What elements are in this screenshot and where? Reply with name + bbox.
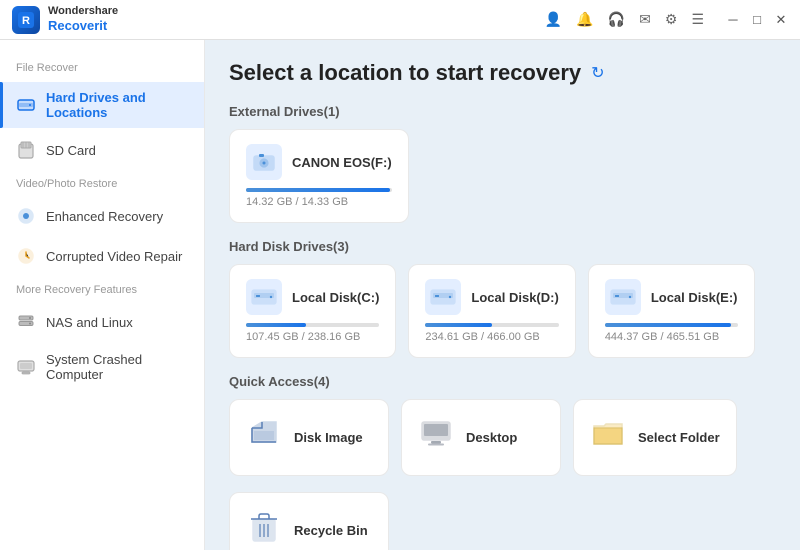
svg-text:R: R [22,15,30,27]
sd-card-label: SD Card [46,143,96,158]
drive-c-inner: Local Disk(C:) [246,279,379,315]
qa-card-recycle-bin[interactable]: Recycle Bin [229,492,389,550]
drive-card-canon[interactable]: CANON EOS(F:) 14.32 GB / 14.33 GB [229,129,409,223]
system-crashed-label: System Crashed Computer [46,352,188,382]
drive-e-progress-bg [605,323,738,327]
qa-card-disk-image[interactable]: Disk Image [229,399,389,476]
title-bar-icons: 👤 🔔 🎧 ✉ ⚙ ☰ ─ □ ✕ [545,11,788,28]
drive-e-inner: Local Disk(E:) [605,279,738,315]
drive-card-d[interactable]: Local Disk(D:) 234.61 GB / 466.00 GB [408,264,575,358]
qa-card-select-folder[interactable]: Select Folder [573,399,737,476]
page-title: Select a location to start recovery [229,60,581,86]
drive-d-inner: Local Disk(D:) [425,279,558,315]
drive-d-size: 234.61 GB / 466.00 GB [425,331,539,343]
sidebar-item-enhanced-recovery[interactable]: Enhanced Recovery [0,198,204,234]
system-crashed-icon [16,357,36,377]
content-header: Select a location to start recovery ↻ [229,60,776,86]
minimize-button[interactable]: ─ [726,13,740,27]
drive-card-c[interactable]: Local Disk(C:) 107.45 GB / 238.16 GB [229,264,396,358]
disk-image-label: Disk Image [294,430,363,445]
sidebar-section-video-photo: Video/Photo Restore [0,172,204,194]
recycle-bin-label: Recycle Bin [294,523,368,538]
sidebar: File Recover Hard Drives and Locations [0,40,205,550]
sidebar-item-corrupted-video[interactable]: Corrupted Video Repair [0,238,204,274]
quick-access-grid-2: Recycle Bin [229,492,776,550]
drive-card-inner: CANON EOS(F:) [246,144,392,180]
canon-drive-size: 14.32 GB / 14.33 GB [246,196,348,208]
enhanced-recovery-icon [16,206,36,226]
maximize-button[interactable]: □ [750,13,764,27]
drive-e-progress-fill [605,323,731,327]
select-folder-icon [590,420,626,455]
quick-access-header: Quick Access(4) [229,374,776,389]
external-drives-grid: CANON EOS(F:) 14.32 GB / 14.33 GB [229,129,776,223]
sidebar-section-more-features: More Recovery Features [0,278,204,300]
drive-e-size: 444.37 GB / 465.51 GB [605,331,719,343]
sidebar-item-nas-linux[interactable]: NAS and Linux [0,304,204,340]
camera-drive-icon [246,144,282,180]
close-button[interactable]: ✕ [774,13,788,27]
select-folder-label: Select Folder [638,430,720,445]
quick-access-grid: Disk Image Desktop [229,399,776,476]
notification-icon[interactable]: 🔔 [576,11,593,28]
drive-c-name: Local Disk(C:) [292,290,379,305]
drive-c-icon [246,279,282,315]
sidebar-item-system-crashed[interactable]: System Crashed Computer [0,344,204,390]
drive-c-size: 107.45 GB / 238.16 GB [246,331,360,343]
desktop-icon [418,418,454,457]
corrupted-video-icon [16,246,36,266]
drive-e-name: Local Disk(E:) [651,290,738,305]
sidebar-section-file-recover: File Recover [0,56,204,78]
content-area: Select a location to start recovery ↻ Ex… [205,40,800,550]
corrupted-video-label: Corrupted Video Repair [46,249,182,264]
refresh-icon[interactable]: ↻ [591,63,604,83]
app-body: File Recover Hard Drives and Locations [0,40,800,550]
canon-progress-bg [246,188,392,192]
recycle-bin-icon [246,511,282,550]
drive-d-progress-fill [425,323,492,327]
user-icon[interactable]: 👤 [545,11,562,28]
drive-card-e[interactable]: Local Disk(E:) 444.37 GB / 465.51 GB [588,264,755,358]
nas-linux-icon [16,312,36,332]
sidebar-item-sd-card[interactable]: SD Card [0,132,204,168]
hard-disk-drives-header: Hard Disk Drives(3) [229,239,776,254]
disk-image-icon [246,418,282,457]
enhanced-recovery-label: Enhanced Recovery [46,209,163,224]
desktop-label: Desktop [466,430,517,445]
drive-e-icon [605,279,641,315]
drive-c-progress-fill [246,323,306,327]
sidebar-item-hard-drives[interactable]: Hard Drives and Locations [0,82,204,128]
window-controls: ─ □ ✕ [726,13,788,27]
app-name: Wondershare Recoverit [48,5,118,34]
drive-d-icon [425,279,461,315]
drive-d-progress-bg [425,323,558,327]
sd-card-icon [16,140,36,160]
canon-progress-fill [246,188,390,192]
hard-drives-icon [16,95,36,115]
menu-icon[interactable]: ☰ [691,11,704,28]
canon-drive-name: CANON EOS(F:) [292,155,392,170]
settings-icon[interactable]: ⚙ [665,11,678,28]
hard-disk-drives-grid: Local Disk(C:) 107.45 GB / 238.16 GB [229,264,776,358]
nas-linux-label: NAS and Linux [46,315,133,330]
external-drives-header: External Drives(1) [229,104,776,119]
hard-drives-label: Hard Drives and Locations [46,90,188,120]
qa-card-desktop[interactable]: Desktop [401,399,561,476]
headset-icon[interactable]: 🎧 [608,11,625,28]
app-branding: R Wondershare Recoverit [12,5,118,34]
mail-icon[interactable]: ✉ [639,11,651,28]
drive-d-name: Local Disk(D:) [471,290,558,305]
title-bar: R Wondershare Recoverit 👤 🔔 🎧 ✉ ⚙ ☰ ─ □ … [0,0,800,40]
drive-c-progress-bg [246,323,379,327]
app-logo: R [12,6,40,34]
